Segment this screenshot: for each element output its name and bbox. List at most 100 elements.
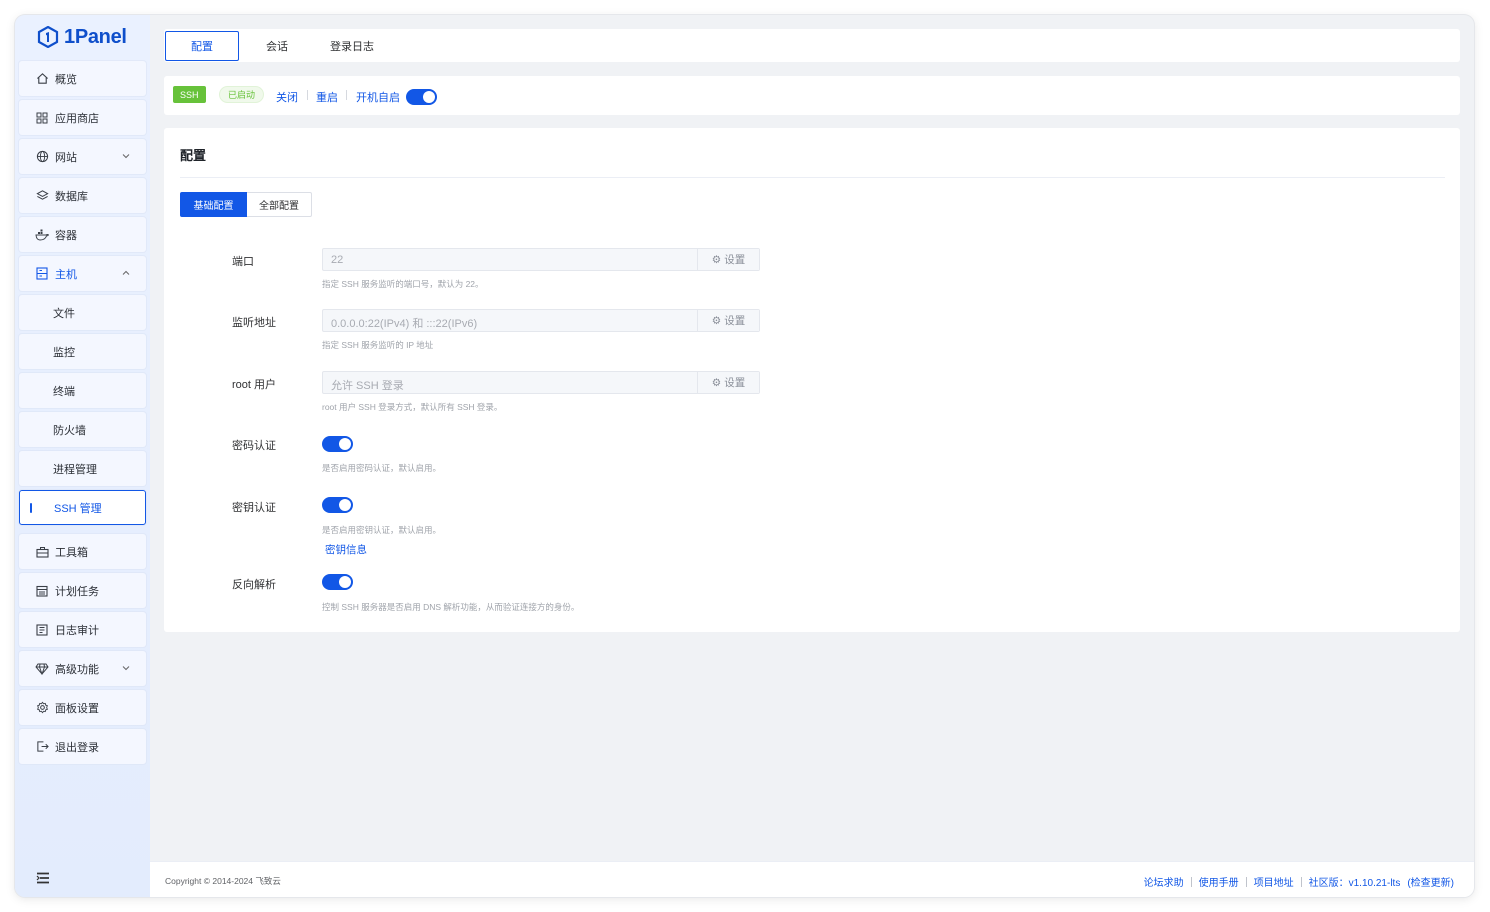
log-icon	[35, 623, 49, 637]
chevron-down-icon	[120, 662, 132, 674]
project-link[interactable]: 项目地址	[1254, 874, 1294, 889]
sidebar-item-label: 容器	[55, 229, 77, 242]
forum-link[interactable]: 论坛求助	[1144, 874, 1184, 889]
gear-icon	[35, 701, 49, 715]
password-auth-help: 是否启用密码认证，默认启用。	[322, 463, 442, 473]
toolbox-icon	[35, 545, 49, 559]
reverse-dns-toggle[interactable]	[322, 574, 353, 590]
sidebar-item-overview[interactable]: 概览	[19, 61, 146, 96]
app-window: 1Panel 概览 应用商店 网站 数据库 容器 主机 文件 监控 终端 防火墙…	[15, 15, 1474, 897]
logo-icon	[37, 26, 59, 48]
sidebar-item-advanced[interactable]: 高级功能	[19, 651, 146, 686]
tab-config[interactable]: 配置	[165, 31, 239, 61]
set-button-label: 设置	[724, 254, 746, 266]
root-set-button[interactable]: ⚙ 设置	[697, 372, 759, 393]
page-title: 配置	[180, 148, 207, 163]
stop-button[interactable]: 关闭	[276, 89, 298, 105]
sidebar-item-toolbox[interactable]: 工具箱	[19, 534, 146, 569]
main-content: 配置 会话 登录日志 SSH 已启动 关闭 重启 开机自启 配置 基础配置 全部…	[150, 15, 1474, 897]
divider	[346, 90, 347, 100]
port-value: 22	[331, 254, 344, 266]
root-help: root 用户 SSH 登录方式，默认所有 SSH 登录。	[322, 402, 503, 412]
copyright: Copyright © 2014-2024 飞致云	[165, 876, 281, 886]
status-badge: 已启动	[219, 86, 265, 103]
sidebar-item-label: 工具箱	[55, 546, 88, 559]
listen-field: 0.0.0.0:22(IPv4) 和 :::22(IPv6) ⚙ 设置	[322, 309, 760, 332]
sidebar-item-logout[interactable]: 退出登录	[19, 729, 146, 764]
logo[interactable]: 1Panel	[37, 23, 127, 51]
key-auth-help: 是否启用密钥认证，默认启用。	[322, 525, 442, 535]
listen-label: 监听地址	[232, 317, 276, 329]
divider	[1245, 876, 1247, 887]
logo-text: 1Panel	[64, 25, 127, 48]
key-auth-toggle[interactable]	[322, 497, 353, 513]
sidebar-item-label: 高级功能	[55, 663, 99, 676]
sidebar-item-label: 应用商店	[55, 112, 99, 125]
sidebar-item-label: 网站	[55, 151, 77, 164]
root-value: 允许 SSH 登录	[331, 380, 404, 392]
diamond-icon	[35, 662, 49, 676]
sidebar-item-label: SSH 管理	[54, 502, 102, 515]
sidebar-item-container[interactable]: 容器	[19, 217, 146, 252]
sidebar-item-panel-settings[interactable]: 面板设置	[19, 690, 146, 725]
sidebar-item-website[interactable]: 网站	[19, 139, 146, 174]
service-status-bar: SSH 已启动 关闭 重启 开机自启	[164, 76, 1460, 115]
port-set-button[interactable]: ⚙ 设置	[697, 249, 759, 270]
sidebar-item-database[interactable]: 数据库	[19, 178, 146, 213]
listen-value: 0.0.0.0:22(IPv4) 和 :::22(IPv6)	[331, 318, 478, 330]
sidebar-item-log-audit[interactable]: 日志审计	[19, 612, 146, 647]
manual-link[interactable]: 使用手册	[1199, 874, 1239, 889]
home-icon	[35, 72, 49, 86]
all-config-tab[interactable]: 全部配置	[247, 192, 312, 217]
service-tag: SSH	[173, 86, 206, 103]
listen-help: 指定 SSH 服务监听的 IP 地址	[322, 340, 434, 350]
gear-icon: ⚙	[711, 253, 722, 266]
listen-set-button[interactable]: ⚙ 设置	[697, 310, 759, 331]
sidebar-item-label: 进程管理	[53, 463, 97, 476]
sidebar-item-files[interactable]: 文件	[19, 295, 146, 330]
gear-icon: ⚙	[711, 314, 722, 327]
globe-icon	[35, 150, 49, 164]
set-button-label: 设置	[724, 315, 746, 327]
server-icon	[35, 267, 49, 281]
password-auth-label: 密码认证	[232, 440, 276, 452]
layers-icon	[35, 189, 49, 203]
sidebar-item-terminal[interactable]: 终端	[19, 373, 146, 408]
set-button-label: 设置	[724, 377, 746, 389]
reverse-dns-label: 反向解析	[232, 579, 276, 591]
calendar-icon	[35, 584, 49, 598]
active-indicator	[30, 503, 32, 513]
footer: Copyright © 2014-2024 飞致云 论坛求助 使用手册 项目地址…	[150, 861, 1474, 897]
password-auth-toggle[interactable]	[322, 436, 353, 452]
sidebar-item-label: 数据库	[55, 190, 88, 203]
sidebar-item-label: 概览	[55, 73, 77, 86]
chevron-up-icon	[120, 267, 132, 279]
port-label: 端口	[232, 256, 254, 268]
sidebar-item-process[interactable]: 进程管理	[19, 451, 146, 486]
sidebar-item-label: 防火墙	[53, 424, 86, 437]
sidebar-item-cron[interactable]: 计划任务	[19, 573, 146, 608]
logout-icon	[35, 740, 49, 754]
key-info-link[interactable]: 密钥信息	[325, 542, 367, 557]
sidebar-item-ssh[interactable]: SSH 管理	[19, 490, 146, 525]
sidebar-item-app-store[interactable]: 应用商店	[19, 100, 146, 135]
docker-icon	[35, 228, 49, 242]
tab-login-log[interactable]: 登录日志	[320, 31, 384, 61]
port-help: 指定 SSH 服务监听的端口号，默认为 22。	[322, 279, 484, 289]
divider	[1300, 876, 1302, 887]
sidebar-item-label: 日志审计	[55, 624, 99, 637]
menu-collapse-icon[interactable]	[35, 871, 51, 885]
sidebar-item-label: 监控	[53, 346, 75, 359]
version-text[interactable]: v1.10.21-lts	[1349, 878, 1401, 889]
sidebar-item-host[interactable]: 主机	[19, 256, 146, 291]
sidebar-item-monitor[interactable]: 监控	[19, 334, 146, 369]
port-field: 22 ⚙ 设置	[322, 248, 760, 271]
autostart-toggle[interactable]	[406, 89, 437, 105]
root-label: root 用户	[232, 379, 277, 391]
check-update-link[interactable]: (检查更新)	[1407, 874, 1454, 889]
sidebar-item-firewall[interactable]: 防火墙	[19, 412, 146, 447]
basic-config-tab[interactable]: 基础配置	[180, 192, 247, 217]
restart-button[interactable]: 重启	[316, 89, 338, 105]
divider	[307, 90, 308, 100]
tab-sessions[interactable]: 会话	[252, 31, 302, 61]
